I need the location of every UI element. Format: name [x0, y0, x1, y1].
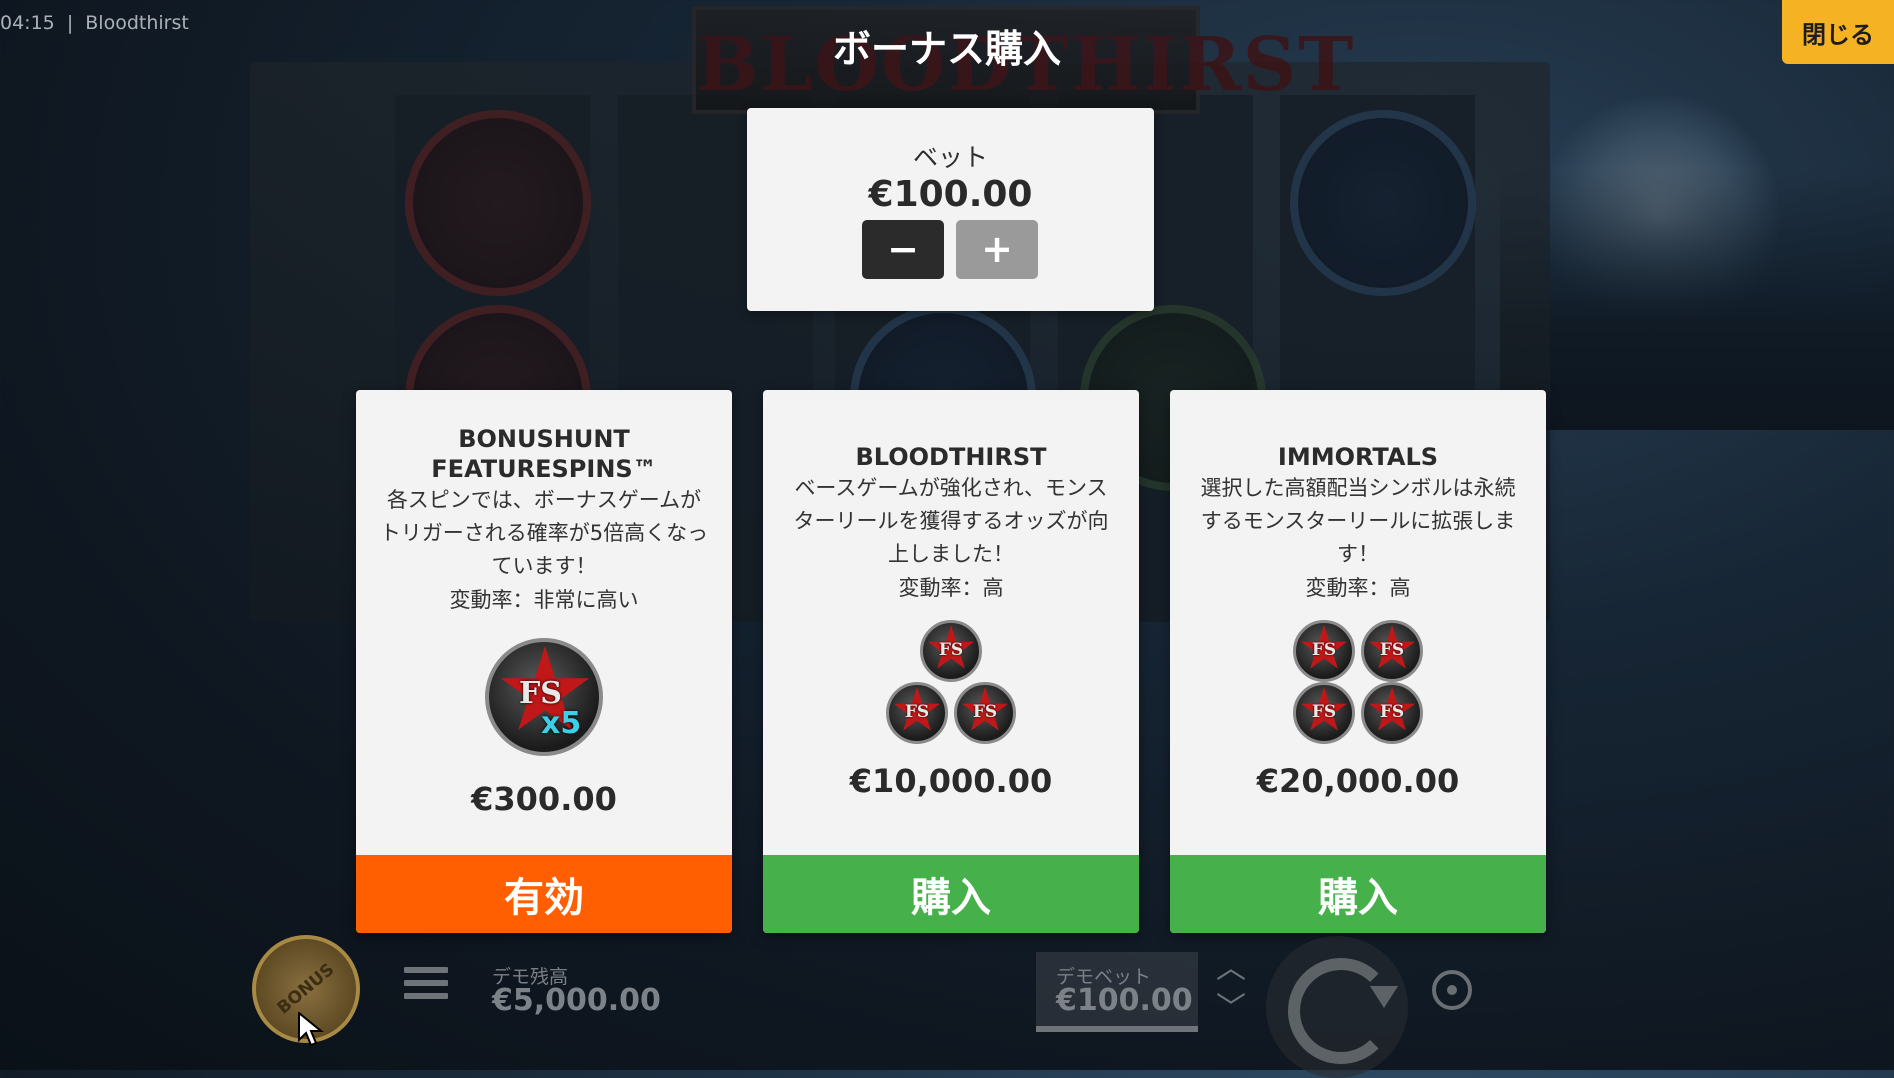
bonus-card-bonushunt: BONUSHUNT FEATURESPINS™ 各スピンでは、ボーナスゲームが … [356, 390, 732, 933]
autoplay-icon[interactable] [1432, 970, 1472, 1010]
volatility-label: 変動率：非常に高い [449, 588, 639, 612]
fs-scatter-icon: FS [886, 682, 948, 744]
featurespins-x5-icon: FS x5 [485, 638, 603, 756]
card-price: €300.00 [471, 780, 617, 818]
card-title: BLOODTHIRST [855, 443, 1047, 471]
increase-bet-button[interactable]: + [956, 220, 1038, 279]
fs-scatter-icon: FS [1293, 682, 1355, 744]
desc-line: 各スピンでは、ボーナスゲームが [386, 488, 702, 512]
vampire-symbol [1290, 110, 1476, 296]
bet-value: €100.00 [868, 174, 1033, 215]
card-title-line2: FEATURESPINS™ [431, 455, 657, 483]
card-title-line1: BONUSHUNT [458, 425, 630, 453]
demo-bet-value: €100.00 [1056, 983, 1193, 1018]
card-description: 各スピンでは、ボーナスゲームが トリガーされる確率が5倍高くなっ ています！ [356, 484, 732, 583]
moon [1540, 95, 1780, 335]
modal-title: ボーナス購入 [832, 27, 1061, 71]
fs-scatter-icon: FS [920, 620, 982, 682]
desc-line: ています！ [491, 554, 597, 578]
volatility-label: 変動率：高 [898, 576, 1004, 600]
buy-button[interactable]: 購入 [763, 855, 1139, 933]
bet-controls: − + [862, 220, 1038, 279]
bet-panel: ベット €100.00 − + [747, 108, 1154, 311]
spin-button[interactable] [1266, 936, 1408, 1078]
desc-line: トリガーされる確率が5倍高くなっ [379, 521, 709, 545]
fs-scatter-icon: FS [1361, 682, 1423, 744]
desc-line: ベースゲームが強化され、モンス [794, 476, 1108, 500]
bet-label: ベット [912, 143, 988, 172]
balance-value: €5,000.00 [492, 983, 661, 1018]
buy-button[interactable]: 購入 [1170, 855, 1546, 933]
castle-silhouette [1500, 170, 1894, 430]
card-description: ベースゲームが強化され、モンス ターリールを獲得するオッズが向 上しました！ [763, 472, 1139, 571]
fs-scatter-icon: FS [954, 682, 1016, 744]
card-description: 選択した高額配当シンボルは永続 するモンスターリールに拡張しま す！ [1170, 472, 1546, 571]
bonus-card-immortals: IMMORTALS 選択した高額配当シンボルは永続 するモンスターリールに拡張し… [1170, 390, 1546, 933]
chevron-down-icon[interactable]: ﹀ [1216, 994, 1246, 1024]
werewolf-symbol [405, 110, 591, 296]
desc-line: するモンスターリールに拡張しま [1200, 509, 1516, 533]
fs-scatter-icon: FS [1293, 620, 1355, 682]
chevron-up-icon[interactable]: ︿ [1216, 954, 1246, 984]
fs-scatter-icon: FS [1361, 620, 1423, 682]
volatility-label: 変動率：高 [1305, 576, 1411, 600]
desc-line: ターリールを獲得するオッズが向 [793, 509, 1109, 533]
menu-icon[interactable] [404, 967, 448, 1007]
card-title: IMMORTALS [1277, 443, 1439, 471]
close-button[interactable]: 閉じる [1782, 0, 1894, 64]
card-price: €10,000.00 [849, 762, 1053, 800]
desc-line: す！ [1337, 542, 1379, 566]
decrease-bet-button[interactable]: − [862, 220, 944, 279]
desc-line: 上しました！ [888, 542, 1014, 566]
bonus-card-bloodthirst: BLOODTHIRST ベースゲームが強化され、モンス ターリールを獲得するオッ… [763, 390, 1139, 933]
activate-button[interactable]: 有効 [356, 855, 732, 933]
card-price: €20,000.00 [1256, 762, 1460, 800]
desc-line: 選択した高額配当シンボルは永続 [1200, 476, 1516, 500]
